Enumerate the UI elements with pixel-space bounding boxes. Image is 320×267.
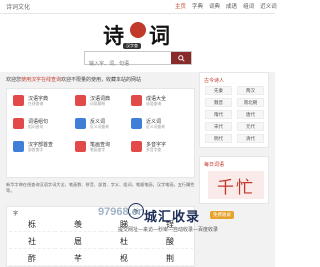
tool-desc: 多音字查 [146, 148, 162, 152]
notice-highlight[interactable]: 使用汉字在线查询 [21, 77, 61, 83]
tool-zuju[interactable]: 词语组句 组词造句 [13, 116, 73, 134]
search-box [84, 51, 192, 70]
daily-word[interactable]: 千忙 [208, 171, 264, 199]
nav-zidian[interactable]: 字典 [192, 2, 203, 10]
dynasty-item[interactable]: 两汉 [237, 86, 264, 95]
dynasty-item[interactable]: 元代 [237, 122, 264, 131]
char-cell[interactable]: 酢 [9, 251, 55, 266]
idiom-icon [131, 95, 142, 106]
dictionary-icon [13, 95, 24, 106]
book-icon [75, 95, 86, 106]
tool-desc: 近义词查询 [146, 125, 165, 129]
intro-text: 新华字典在线查询汉语字词大全，笔画数、拼音、部首、字义、组词，笔顺笔画，汉字笔画… [6, 182, 195, 193]
synonym-icon [131, 118, 142, 129]
dynasty-item[interactable]: 唐代 [237, 110, 264, 119]
nav-home[interactable]: 主页 [175, 2, 186, 10]
tool-title: 汉语词典 [90, 96, 111, 102]
tool-title: 多音字字 [146, 142, 167, 148]
tool-title: 笔画查询 [90, 142, 111, 148]
dynasty-item[interactable]: 先秦 [205, 86, 232, 95]
tool-desc: 部首查字 [28, 148, 44, 152]
tool-title: 汉语字典 [28, 96, 49, 102]
tool-duoyinzi[interactable]: 多音字字 多音字查 [131, 139, 191, 157]
logo-subtitle: 汉字查 [123, 43, 141, 49]
antonym-icon [75, 118, 86, 129]
notice-text: 欢迎不限量的使用，收藏本站的网站 [61, 77, 142, 83]
dynasty-item[interactable]: 南北朝 [237, 98, 264, 107]
nav-cidian[interactable]: 词典 [209, 2, 220, 10]
watermark-slogan: 提交网址—来访—秒审—自动收录—百度收录 [118, 227, 219, 233]
daily-word-panel: 每日词语 千忙 [199, 156, 269, 204]
tool-bushou[interactable]: 汉字部首查 部首查字 [13, 139, 73, 157]
logo-char-right: 词 [149, 23, 170, 48]
nav-jinyici[interactable]: 近义词 [260, 2, 277, 10]
dynasty-item[interactable]: 清代 [237, 134, 264, 143]
char-cell[interactable]: 芊 [55, 251, 101, 266]
notice-prefix: 欢迎您 [6, 77, 22, 83]
nav-zuci[interactable]: 组词 [243, 2, 254, 10]
dynasty-panel: 古今诗人 先秦 两汉 魏晋 南北朝 隋代 唐代 宋代 元代 明代 清代 [199, 72, 269, 148]
stroke-icon [75, 141, 86, 152]
char-cell[interactable]: 荆 [147, 251, 193, 266]
radical-icon [13, 141, 24, 152]
search-icon [177, 54, 185, 62]
watermark-seal-icon: 坂 [128, 203, 144, 219]
search-input[interactable] [85, 58, 165, 70]
char-cell[interactable]: 社 [9, 234, 55, 249]
dynasty-item[interactable]: 宋代 [205, 122, 232, 131]
char-cell[interactable]: 扈 [55, 234, 101, 249]
notice-bar: 欢迎您使用汉字在线查询欢迎不限量的使用，收藏本站的网站 [6, 76, 192, 85]
tool-chengyu[interactable]: 成语大全 成语查询 [131, 93, 191, 111]
grid-header: 字 [13, 211, 19, 217]
tool-jinyici[interactable]: 近义词 近义词查询 [131, 116, 191, 134]
dynasty-item[interactable]: 明代 [205, 134, 232, 143]
tool-title: 成语大全 [146, 96, 167, 102]
site-logo[interactable]: 诗 词 汉字查 [103, 20, 173, 49]
page: 诗词文化 主页 字典 词典 成语 组词 近义词 诗 词 汉字查 欢迎您使用汉字在… [0, 0, 277, 267]
tool-title: 汉字部首查 [28, 142, 54, 148]
main-nav: 主页 字典 词典 成语 组词 近义词 [175, 2, 277, 10]
nav-chengyu[interactable]: 成语 [226, 2, 237, 10]
dynasty-header: 古今诗人 [204, 78, 225, 84]
tool-title: 反义词 [90, 119, 106, 125]
tool-desc: 反义词查询 [90, 125, 109, 129]
dynasty-item[interactable]: 隋代 [205, 110, 232, 119]
watermark-overlay: 97968.cn 坂 城汇收录 免费收录 提交网址—来访—秒审—自动收录—百度收… [98, 203, 238, 246]
tools-panel: 汉语字典 在线查询 汉语词典 词语解释 成语大全 成语查询 词语组句 组词造句 … [6, 88, 195, 178]
watermark-title: 城汇收录 [144, 209, 201, 224]
tool-desc: 词语解释 [90, 102, 106, 106]
char-cell[interactable]: 枧 [101, 251, 147, 266]
dynasty-item[interactable]: 魏晋 [205, 98, 232, 107]
tool-bihua[interactable]: 笔画查询 笔画查字 [75, 139, 135, 157]
tool-desc: 组词造句 [28, 125, 44, 129]
logo-char-left: 诗 [103, 23, 124, 48]
char-cell[interactable]: 栎 [9, 217, 55, 232]
site-name[interactable]: 诗词文化 [6, 2, 30, 11]
tool-title: 近义词 [146, 119, 162, 125]
tool-title: 词语组句 [28, 119, 49, 125]
sentence-icon [13, 118, 24, 129]
tool-desc: 笔画查字 [90, 148, 106, 152]
header: 诗 词 汉字查 [0, 14, 275, 72]
tool-fanyici[interactable]: 反义词 反义词查询 [75, 116, 135, 134]
tool-desc: 在线查询 [28, 102, 44, 106]
daily-word-header: 每日词语 [204, 162, 225, 168]
polyphone-icon [131, 141, 142, 152]
top-bar: 诗词文化 主页 字典 词典 成语 组词 近义词 [0, 0, 277, 14]
search-button[interactable] [171, 52, 191, 64]
tool-cidian[interactable]: 汉语词典 词语解释 [75, 93, 135, 111]
watermark-badge: 免费收录 [210, 211, 234, 219]
char-cell[interactable]: 羡 [55, 217, 101, 232]
tool-desc: 成语查询 [146, 102, 162, 106]
tool-zidian[interactable]: 汉语字典 在线查询 [13, 93, 73, 111]
logo-seal-icon [130, 22, 146, 38]
